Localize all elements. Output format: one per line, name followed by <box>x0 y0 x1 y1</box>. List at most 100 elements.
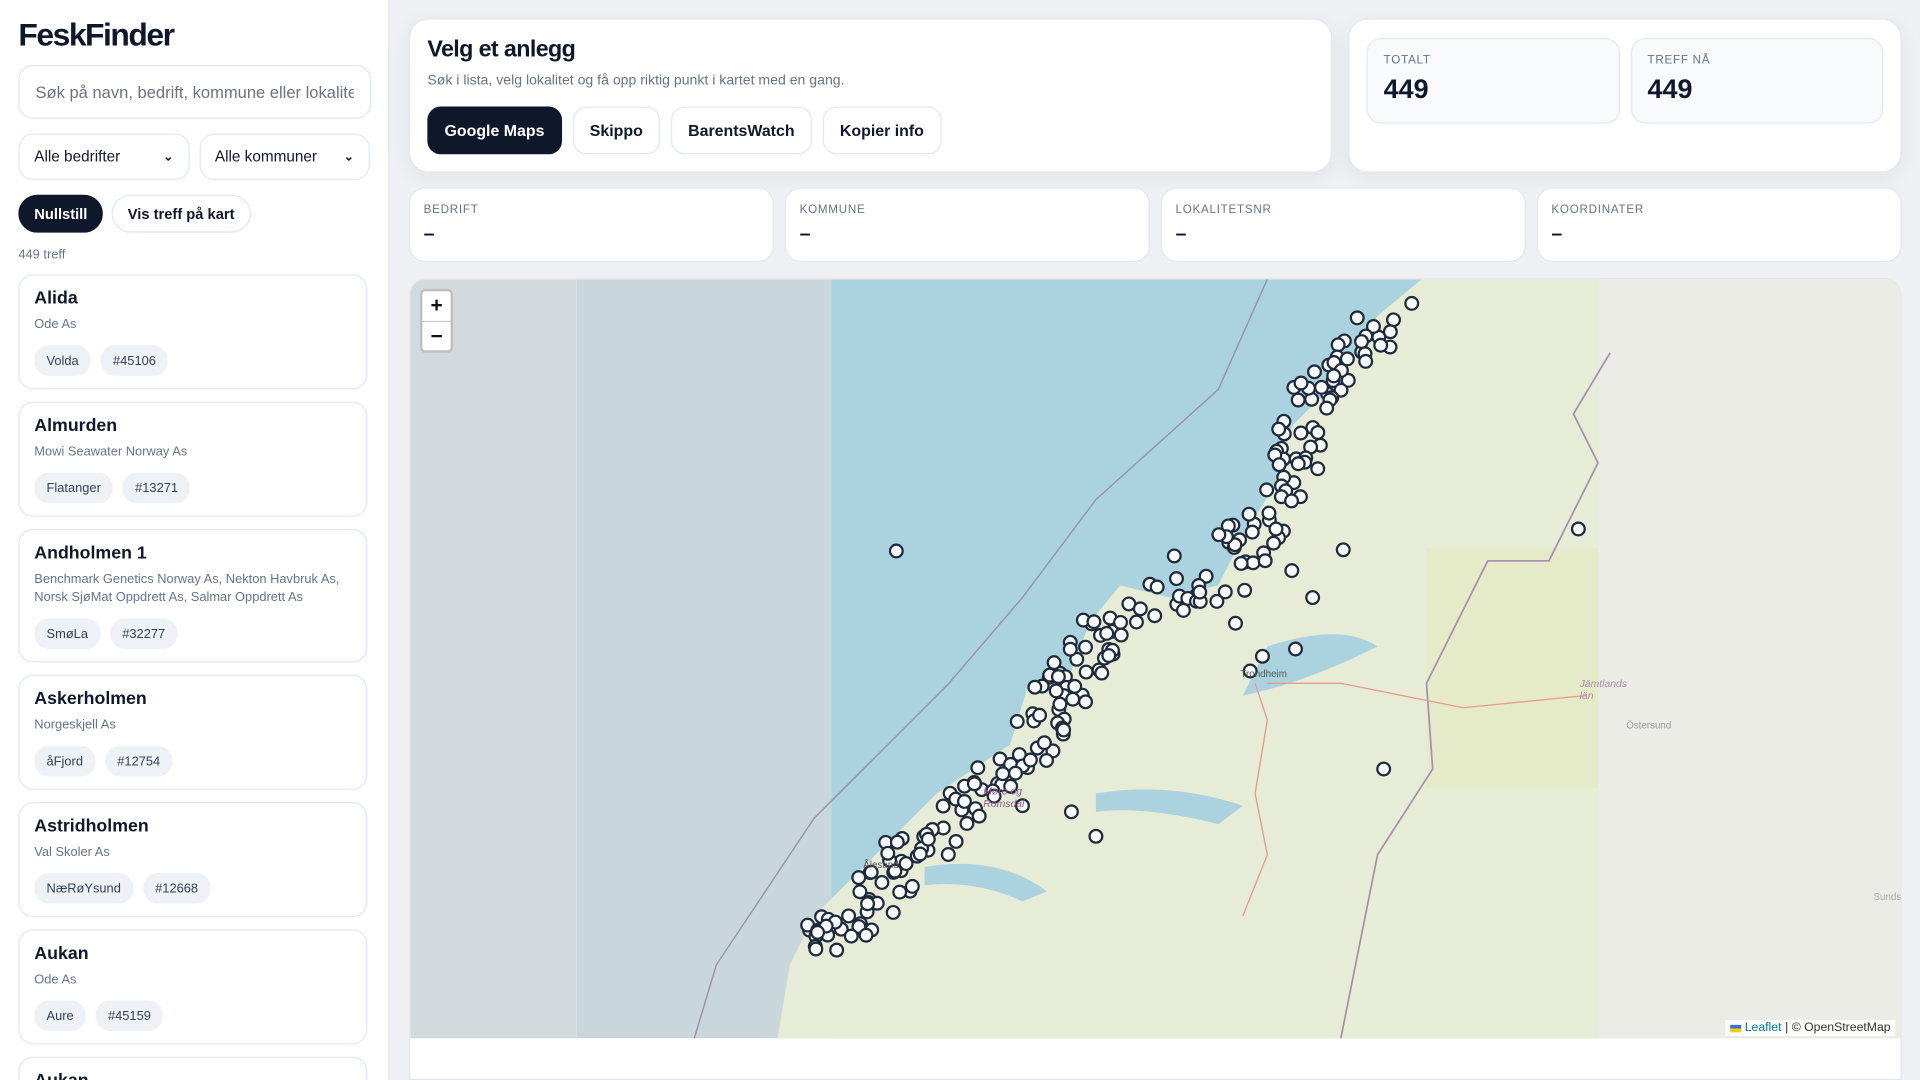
map-marker[interactable] <box>1237 582 1253 598</box>
map-marker[interactable] <box>810 924 826 940</box>
map-marker[interactable] <box>1335 542 1351 558</box>
map-marker[interactable] <box>1166 548 1182 564</box>
map-marker[interactable] <box>1099 625 1115 641</box>
map-marker[interactable] <box>940 847 956 862</box>
map-marker[interactable] <box>1259 482 1275 498</box>
map-marker[interactable] <box>1009 714 1025 729</box>
map-marker[interactable] <box>1290 456 1306 472</box>
map-marker[interactable] <box>1404 295 1420 311</box>
map-marker[interactable] <box>1339 351 1355 367</box>
list-item[interactable]: Almurden Mowi Seawater Norway As Flatanger… <box>18 401 368 517</box>
map-marker[interactable] <box>956 793 972 809</box>
map-marker[interactable] <box>1101 648 1117 664</box>
map-marker[interactable] <box>959 815 975 831</box>
map-marker[interactable] <box>880 845 896 861</box>
map-marker[interactable] <box>995 766 1011 782</box>
map-marker[interactable] <box>1078 664 1094 680</box>
map-marker[interactable] <box>948 833 964 849</box>
map-marker[interactable] <box>1233 555 1249 571</box>
map-marker[interactable] <box>904 878 920 894</box>
map-marker[interactable] <box>1271 457 1287 473</box>
map-marker[interactable] <box>966 776 982 792</box>
map-marker[interactable] <box>892 884 908 900</box>
map-marker[interactable] <box>1086 614 1102 630</box>
map-marker[interactable] <box>1244 524 1260 540</box>
zoom-out-button[interactable]: − <box>422 320 451 350</box>
map-marker[interactable] <box>1305 590 1321 606</box>
map-marker[interactable] <box>829 942 845 958</box>
map-marker[interactable] <box>1063 804 1079 820</box>
map-marker[interactable] <box>1036 735 1052 751</box>
map-marker[interactable] <box>841 908 857 924</box>
map-marker[interactable] <box>1228 615 1243 631</box>
map-marker[interactable] <box>1307 364 1322 380</box>
search-input[interactable] <box>18 64 372 119</box>
map-marker[interactable] <box>1257 553 1273 569</box>
map-marker[interactable] <box>1349 310 1365 326</box>
list-item[interactable]: Andholmen 1 Benchmark Genetics Norway As,… <box>18 528 368 663</box>
map-marker[interactable] <box>808 941 824 957</box>
map-marker[interactable] <box>1094 665 1110 681</box>
map-marker[interactable] <box>1027 679 1043 695</box>
map-marker[interactable] <box>1241 506 1257 522</box>
map-marker[interactable] <box>885 904 901 920</box>
map-marker[interactable] <box>1373 337 1389 353</box>
map-marker[interactable] <box>858 927 874 943</box>
list-item[interactable]: Astridholmen Val Skoler As NæRøYsund #12668 <box>18 802 368 918</box>
map-marker[interactable] <box>874 874 890 890</box>
barentswatch-button[interactable]: BarentsWatch <box>670 106 812 155</box>
map-marker[interactable] <box>1192 584 1208 600</box>
map-marker[interactable] <box>1032 707 1048 723</box>
map-marker[interactable] <box>1113 627 1129 643</box>
map-marker[interactable] <box>1358 353 1374 369</box>
zoom-in-button[interactable]: + <box>422 291 450 320</box>
map-marker[interactable] <box>1314 379 1329 395</box>
map-marker[interactable] <box>1310 461 1326 477</box>
map-marker[interactable] <box>1284 493 1300 509</box>
map-marker[interactable] <box>1245 555 1261 571</box>
skippo-button[interactable]: Skippo <box>572 106 660 155</box>
map-marker[interactable] <box>1211 527 1227 543</box>
map-marker[interactable] <box>1266 535 1282 551</box>
map-marker[interactable] <box>1284 563 1300 579</box>
map-marker[interactable] <box>920 831 936 847</box>
map-marker[interactable] <box>851 870 867 886</box>
map-marker[interactable] <box>1288 641 1303 657</box>
map-marker[interactable] <box>1354 334 1369 350</box>
reset-button[interactable]: Nullstill <box>18 194 104 233</box>
map-marker[interactable] <box>1039 752 1054 768</box>
map-marker[interactable] <box>912 846 928 862</box>
map-marker[interactable] <box>1319 400 1335 416</box>
company-select[interactable]: Alle bedrifter ⌄ <box>18 133 190 181</box>
map-marker[interactable] <box>1293 425 1309 441</box>
map-marker[interactable] <box>1008 765 1023 781</box>
google-maps-button[interactable]: Google Maps <box>427 106 562 155</box>
map-marker[interactable] <box>1149 579 1165 595</box>
map-marker[interactable] <box>1052 696 1068 712</box>
map-marker[interactable] <box>971 808 987 824</box>
map-marker[interactable] <box>1261 505 1277 521</box>
list-item[interactable]: Aukan Ode As Aure #45159 <box>18 929 368 1045</box>
map-marker[interactable] <box>1132 601 1148 617</box>
results-list[interactable]: Alida Ode As Volda #45106 Almurden Mowi Seawa… <box>18 274 369 1080</box>
list-item[interactable]: AukanMowi Seawater Norway As <box>18 1056 368 1080</box>
map-marker[interactable] <box>1169 571 1184 587</box>
map-marker[interactable] <box>843 928 859 944</box>
map-marker[interactable] <box>1067 678 1083 694</box>
map-marker[interactable] <box>1386 312 1401 328</box>
show-on-map-button[interactable]: Vis treff på kart <box>111 194 251 233</box>
map-marker[interactable] <box>1254 648 1270 664</box>
map-marker[interactable] <box>935 798 951 814</box>
map-marker[interactable] <box>1326 368 1342 384</box>
map[interactable]: Trondheim Møre og Romsdal Ålesund Jämtla… <box>408 277 1902 1080</box>
map-marker[interactable] <box>852 884 868 900</box>
map-marker[interactable] <box>1048 683 1064 699</box>
map-marker[interactable] <box>888 543 904 559</box>
map-marker[interactable] <box>1175 602 1191 618</box>
map-marker[interactable] <box>860 896 876 912</box>
map-marker[interactable] <box>1078 639 1094 655</box>
map-marker[interactable] <box>1062 641 1078 657</box>
map-marker[interactable] <box>1147 608 1163 624</box>
map-marker[interactable] <box>1217 584 1233 600</box>
map-marker[interactable] <box>1113 614 1128 630</box>
